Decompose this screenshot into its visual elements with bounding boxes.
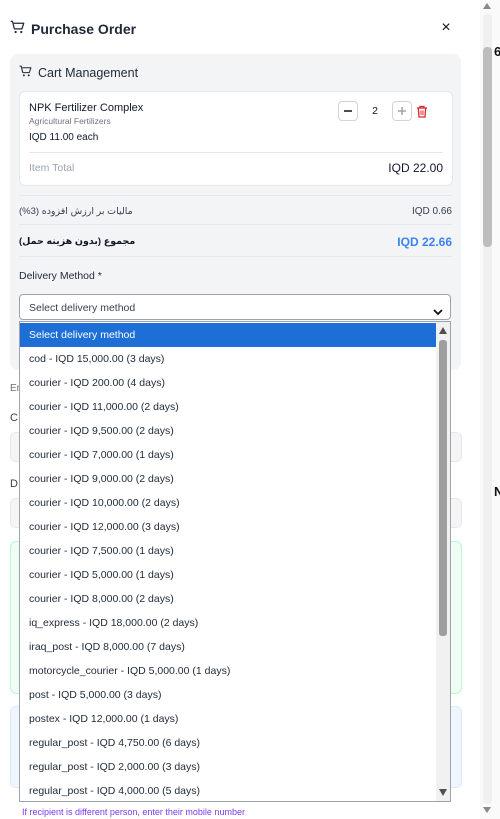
dropdown-option[interactable]: regular_post - IQD 4,750.00 (6 days) — [20, 731, 436, 755]
subtotal-label: مجموع (بدون هزینه حمل) — [19, 236, 136, 247]
background-fragment: 6 — [494, 44, 500, 59]
dropdown-option[interactable]: courier - IQD 8,000.00 (2 days) — [20, 587, 436, 611]
dropdown-option[interactable]: courier - IQD 9,000.00 (2 days) — [20, 467, 436, 491]
scroll-up-icon[interactable] — [483, 3, 491, 9]
dialog-header: Purchase Order — [10, 18, 460, 40]
dropdown-option[interactable]: courier - IQD 200.00 (4 days) — [20, 371, 436, 395]
dropdown-option[interactable]: Select delivery method — [20, 323, 436, 347]
trash-icon[interactable] — [414, 103, 430, 119]
hidden-field-label-c: C — [10, 412, 18, 424]
recipient-hint: If recipient is different person, enter … — [22, 807, 245, 817]
dropdown-option[interactable]: regular_post - IQD 4,000.00 (5 days) — [20, 779, 436, 801]
dropdown-option[interactable]: post - IQD 5,000.00 (3 days) — [20, 683, 436, 707]
quantity-stepper: 2 — [338, 101, 430, 121]
dropdown-option[interactable]: regular_post - IQD 2,000.00 (3 days) — [20, 755, 436, 779]
divider — [19, 224, 452, 225]
scroll-up-icon[interactable] — [439, 327, 447, 334]
item-category: Agricultural Fertilizers — [29, 116, 111, 126]
cart-icon — [19, 65, 32, 80]
dropdown-option[interactable]: iq_express - IQD 18,000.00 (2 days) — [20, 611, 436, 635]
decrease-quantity-button[interactable] — [338, 101, 358, 121]
hidden-field-label-d: D — [10, 478, 18, 490]
delivery-method-select[interactable]: Select delivery method — [19, 294, 451, 320]
increase-quantity-button[interactable] — [392, 101, 412, 121]
minus-icon — [344, 110, 352, 112]
dropdown-option[interactable]: postex - IQD 12,000.00 (1 days) — [20, 707, 436, 731]
scroll-down-icon[interactable] — [439, 789, 447, 796]
delivery-method-label: Delivery Method * — [19, 270, 102, 282]
dialog-title: Purchase Order — [31, 21, 137, 37]
cart-item: NPK Fertilizer Complex Agricultural Fert… — [19, 91, 453, 186]
scrollbar-thumb[interactable] — [439, 340, 447, 636]
vat-value: IQD 0.66 — [411, 206, 452, 217]
cart-title-label: Cart Management — [38, 65, 139, 80]
item-divider — [29, 152, 443, 153]
item-total-value: IQD 22.00 — [388, 161, 443, 175]
dropdown-option[interactable]: courier - IQD 12,000.00 (3 days) — [20, 515, 436, 539]
dropdown-scrollbar[interactable] — [436, 322, 450, 801]
purchase-order-panel: Purchase Order × En C D If recipient is … — [0, 0, 480, 819]
dropdown-option[interactable]: courier - IQD 9,500.00 (2 days) — [20, 419, 436, 443]
cart-section-title: Cart Management — [19, 65, 138, 80]
dropdown-option[interactable]: motorcycle_courier - IQD 5,000.00 (1 day… — [20, 659, 436, 683]
dropdown-option[interactable]: courier - IQD 11,000.00 (2 days) — [20, 395, 436, 419]
divider — [19, 195, 452, 196]
vat-label: مالیات بر ارزش افزوده (3%) — [19, 206, 133, 217]
divider — [19, 256, 452, 257]
cart-icon — [10, 20, 25, 39]
delivery-method-dropdown: Select delivery method cod - IQD 15,000.… — [19, 321, 451, 802]
dropdown-option[interactable]: courier - IQD 7,500.00 (1 days) — [20, 539, 436, 563]
subtotal-value: IQD 22.66 — [397, 235, 452, 249]
dropdown-option[interactable]: courier - IQD 10,000.00 (2 days) — [20, 491, 436, 515]
select-value: Select delivery method — [29, 302, 136, 314]
background-fragment: N — [494, 484, 500, 499]
item-total-label: Item Total — [29, 162, 75, 174]
plus-icon — [398, 107, 406, 115]
dropdown-option[interactable]: cod - IQD 15,000.00 (3 days) — [20, 347, 436, 371]
chevron-down-icon — [433, 303, 443, 321]
page-scrollbar[interactable] — [480, 0, 500, 819]
dropdown-option[interactable]: courier - IQD 7,000.00 (1 days) — [20, 443, 436, 467]
quantity-value[interactable]: 2 — [364, 105, 386, 117]
item-unit-price: IQD 11.00 each — [29, 132, 99, 143]
close-icon[interactable]: × — [438, 19, 454, 37]
scrollbar-thumb[interactable] — [483, 47, 492, 247]
dropdown-option[interactable]: courier - IQD 5,000.00 (1 days) — [20, 563, 436, 587]
scroll-down-icon[interactable] — [483, 807, 491, 813]
dropdown-option[interactable]: iraq_post - IQD 8,000.00 (7 days) — [20, 635, 436, 659]
item-name: NPK Fertilizer Complex — [29, 102, 144, 114]
